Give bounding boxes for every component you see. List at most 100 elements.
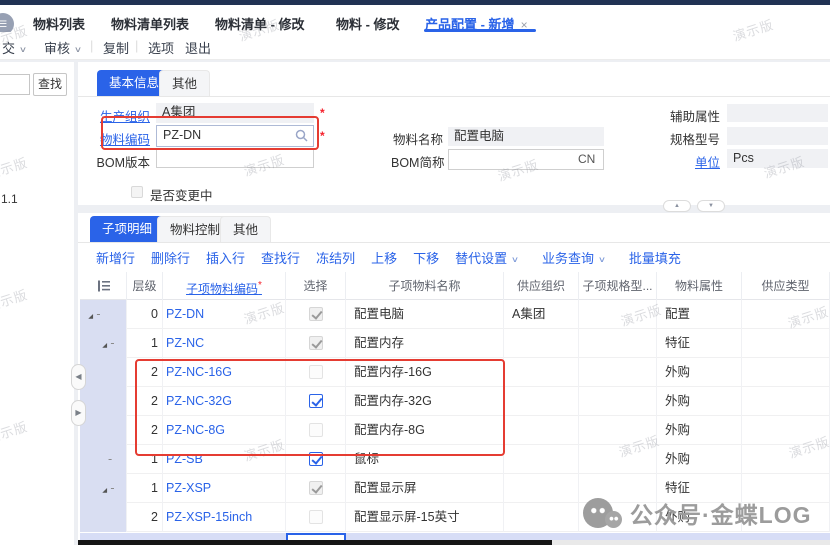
row-checkbox[interactable]	[309, 307, 323, 321]
expander-icon[interactable]: ◢	[102, 478, 107, 503]
table-row[interactable]: ◢-1PZ-NC配置内存特征	[80, 329, 830, 358]
tab-other-form[interactable]: 其他	[159, 70, 210, 96]
subitem-code-link[interactable]: PZ-DN	[163, 300, 286, 329]
change-in-progress-checkbox[interactable]	[131, 186, 143, 198]
unit-label[interactable]: 单位	[668, 152, 720, 171]
column-header[interactable]: 子项物料名称	[346, 272, 504, 300]
horizontal-scrollbar-thumb[interactable]	[78, 540, 552, 545]
column-header[interactable]: 物料属性	[657, 272, 742, 300]
subitem-code-link[interactable]: PZ-XSP	[163, 474, 286, 503]
select-cell[interactable]	[286, 416, 346, 445]
row-selector[interactable]	[80, 416, 127, 445]
row-selector[interactable]: ◢-	[80, 329, 127, 358]
material-attr-cell: 外购	[657, 358, 742, 387]
subitem-code-link[interactable]: PZ-NC-16G	[163, 358, 286, 387]
collapse-up-icon[interactable]: ▲	[663, 200, 691, 212]
row-checkbox[interactable]	[309, 481, 323, 495]
row-selector[interactable]	[80, 387, 127, 416]
options-button[interactable]: 选项	[148, 38, 174, 57]
grid-toolbar-item[interactable]: 业务查询∨	[542, 248, 605, 267]
row-checkbox[interactable]	[309, 336, 323, 350]
row-settings-icon[interactable]	[80, 272, 127, 300]
spec-label: 规格型号	[668, 129, 720, 148]
collapse-down-icon[interactable]: ▼	[697, 200, 725, 212]
grid-toolbar-item[interactable]: 查找行	[261, 248, 300, 267]
column-header[interactable]: 子项规格型...	[579, 272, 657, 300]
table-row[interactable]: ◢-0PZ-DN配置电脑A集团配置	[80, 300, 830, 329]
row-checkbox[interactable]	[309, 510, 323, 524]
table-row[interactable]: 2PZ-XSP-15inch配置显示屏-15英寸外购	[80, 503, 830, 532]
expander-icon[interactable]: ◢	[88, 304, 93, 329]
subitem-code-link[interactable]: PZ-NC-8G	[163, 416, 286, 445]
row-selector[interactable]	[80, 358, 127, 387]
subitem-code-link[interactable]: PZ-XSP-15inch	[163, 503, 286, 532]
row-selector[interactable]: ◢-	[80, 300, 127, 329]
grid-toolbar-item[interactable]: 删除行	[151, 248, 190, 267]
collapse-dash-icon[interactable]: -	[110, 329, 114, 357]
table-row[interactable]: 2PZ-NC-16G配置内存-16G外购	[80, 358, 830, 387]
table-row[interactable]: 2PZ-NC-8G配置内存-8G外购	[80, 416, 830, 445]
select-cell[interactable]	[286, 387, 346, 416]
select-cell[interactable]	[286, 358, 346, 387]
select-cell[interactable]	[286, 503, 346, 532]
grid-header: 层级子项物料编码*选择子项物料名称供应组织子项规格型...物料属性供应类型	[80, 272, 830, 300]
row-selector[interactable]: -	[80, 445, 127, 474]
window-tab-material-edit[interactable]: 物料 - 修改	[336, 14, 400, 33]
table-row[interactable]: ◢-1PZ-XSP配置显示屏特征	[80, 474, 830, 503]
row-checkbox[interactable]	[309, 452, 323, 466]
grid-toolbar-item[interactable]: 下移	[413, 248, 439, 267]
column-header[interactable]: 供应组织	[504, 272, 579, 300]
row-checkbox[interactable]	[309, 394, 323, 408]
row-selector[interactable]	[80, 503, 127, 532]
production-org-field: A集团	[156, 103, 314, 123]
collapse-dash-icon[interactable]: -	[96, 300, 100, 328]
material-code-input[interactable]: PZ-DN	[156, 125, 314, 147]
select-cell[interactable]	[286, 329, 346, 358]
required-asterisk: *	[320, 106, 325, 120]
select-cell[interactable]	[286, 474, 346, 503]
grid-toolbar-item[interactable]: 上移	[371, 248, 397, 267]
exit-button[interactable]: 退出	[185, 38, 211, 57]
window-tab-material-list[interactable]: 物料列表	[33, 14, 85, 33]
horizontal-scrollbar-track[interactable]	[552, 540, 830, 545]
find-button[interactable]: 查找	[33, 73, 67, 96]
expander-icon[interactable]: ◢	[102, 333, 107, 358]
material-code-label[interactable]: 物料编码	[90, 129, 150, 148]
subitem-code-link[interactable]: PZ-NC	[163, 329, 286, 358]
tab-other-detail[interactable]: 其他	[220, 216, 271, 242]
subitem-code-link[interactable]: PZ-SB	[163, 445, 286, 474]
subitem-code-link[interactable]: PZ-NC-32G	[163, 387, 286, 416]
column-header[interactable]: 选择	[286, 272, 346, 300]
window-tab-bom-edit[interactable]: 物料清单 - 修改	[215, 14, 305, 33]
column-header[interactable]: 子项物料编码*	[163, 272, 286, 300]
collapse-dash-icon[interactable]: -	[108, 445, 112, 473]
grid-toolbar-item[interactable]: 替代设置∨	[455, 248, 518, 267]
grid-toolbar-item[interactable]: 冻结列	[316, 248, 355, 267]
tree-search-input[interactable]	[0, 74, 30, 95]
grid-toolbar-item[interactable]: 批量填充	[629, 248, 681, 267]
audit-button[interactable]: 审核∨	[44, 38, 81, 57]
grid-toolbar-item[interactable]: 插入行	[206, 248, 245, 267]
window-tab-bom-list[interactable]: 物料清单列表	[111, 14, 189, 33]
row-checkbox[interactable]	[309, 423, 323, 437]
tab-subitem-detail[interactable]: 子项明细	[90, 216, 164, 242]
search-icon[interactable]	[295, 129, 308, 142]
table-row[interactable]: 2PZ-NC-32G配置内存-32G外购	[80, 387, 830, 416]
subitem-name-cell: 配置内存	[346, 329, 504, 358]
row-checkbox[interactable]	[309, 365, 323, 379]
submit-button[interactable]: 交∨	[2, 38, 26, 57]
collapse-dash-icon[interactable]: -	[110, 474, 114, 502]
bom-version-input[interactable]	[156, 148, 314, 168]
collapse-left-icon[interactable]: ◀	[71, 364, 86, 390]
column-header[interactable]: 供应类型	[742, 272, 830, 300]
row-selector[interactable]: ◢-	[80, 474, 127, 503]
select-cell[interactable]	[286, 445, 346, 474]
expand-right-icon[interactable]: ▶	[71, 400, 86, 426]
column-header[interactable]: 层级	[127, 272, 163, 300]
grid-toolbar-item[interactable]: 新增行	[96, 248, 135, 267]
tree-item[interactable]: 1.1	[1, 192, 18, 206]
table-row[interactable]: -1PZ-SB鼠标外购	[80, 445, 830, 474]
select-cell[interactable]	[286, 300, 346, 329]
copy-button[interactable]: 复制	[103, 38, 129, 57]
production-org-label[interactable]: 生产组织	[90, 106, 150, 125]
